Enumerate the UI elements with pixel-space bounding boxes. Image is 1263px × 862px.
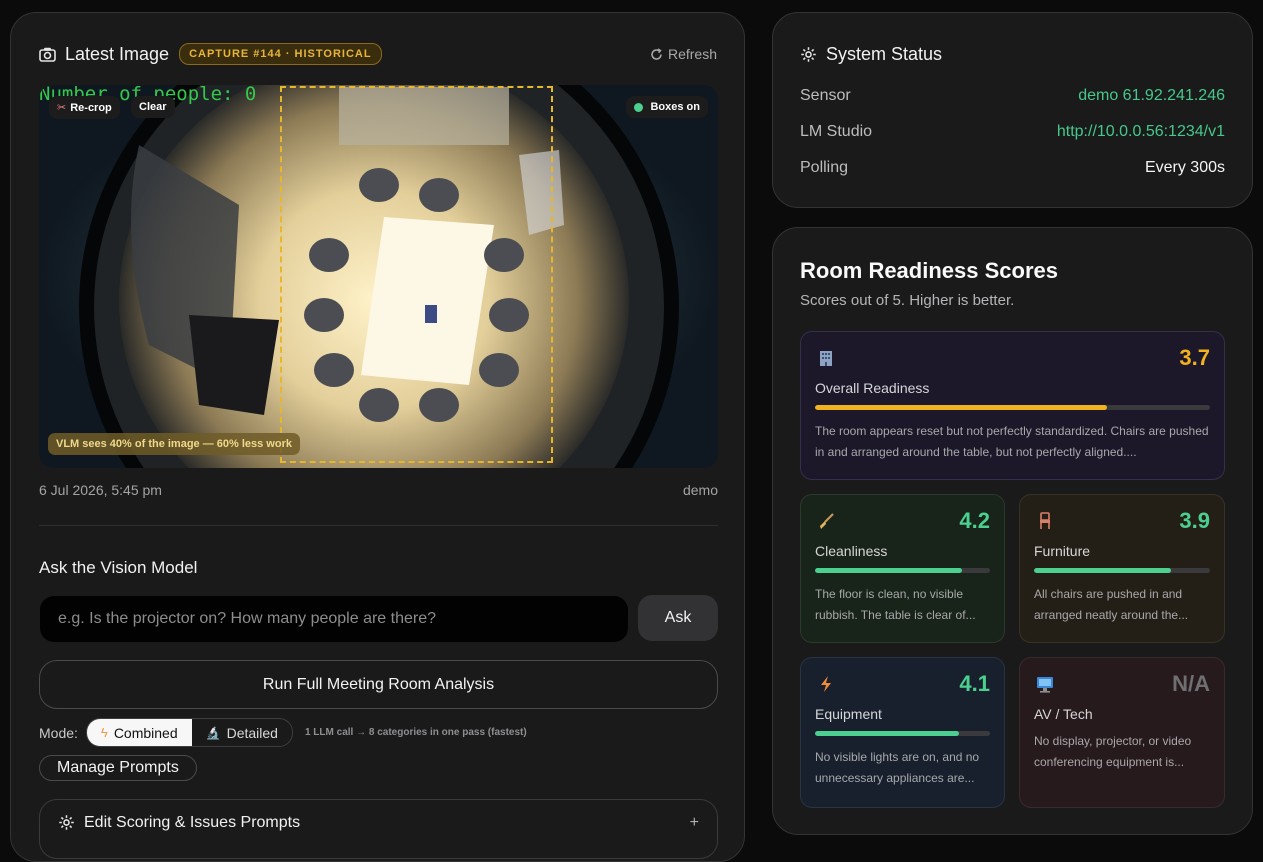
mode-segmented-control: ϟ Combined 🔬 Detailed <box>85 718 293 747</box>
av-tech-description: No display, projector, or video conferen… <box>1034 734 1192 769</box>
latest-image-header: Latest Image CAPTURE #144 · HISTORICAL <box>39 43 382 65</box>
equipment-progress <box>815 731 990 736</box>
status-key: LM Studio <box>800 123 873 140</box>
recrop-label: Re-crop <box>70 101 112 114</box>
gear-icon <box>58 814 75 831</box>
scores-subtitle: Scores out of 5. Higher is better. <box>800 292 1015 309</box>
divider <box>39 525 718 526</box>
furniture-description: All chairs are pushed in and arranged ne… <box>1034 587 1189 622</box>
run-analysis-button[interactable]: Run Full Meeting Room Analysis <box>39 660 718 709</box>
mode-detailed-button[interactable]: 🔬 Detailed <box>192 719 292 746</box>
manage-prompts-button[interactable]: Manage Prompts <box>39 755 197 781</box>
chair-icon <box>1034 510 1056 532</box>
mode-detailed-label: Detailed <box>226 724 278 741</box>
score-card-av-tech[interactable]: N/A AV / Tech No display, projector, or … <box>1019 657 1225 808</box>
microscope-icon: 🔬 <box>205 725 221 740</box>
cleanliness-description: The floor is clean, no visible rubbish. … <box>815 587 976 622</box>
lightning-icon: ϟ <box>100 725 108 740</box>
camera-icon <box>39 47 56 62</box>
ask-input[interactable] <box>40 596 628 642</box>
refresh-button[interactable]: Refresh <box>650 46 717 62</box>
overall-description: The room appears reset but not perfectly… <box>815 424 1209 459</box>
edit-prompts-label: Edit Scoring & Issues Prompts <box>84 814 301 831</box>
clear-button[interactable]: Clear <box>131 96 175 118</box>
cleanliness-progress <box>815 568 990 573</box>
equipment-progress-fill <box>815 731 959 736</box>
status-row-sensor: Sensor demo 61.92.241.246 <box>800 87 1225 105</box>
gear-icon <box>800 46 817 63</box>
status-dot-icon <box>634 102 644 112</box>
mode-combined-label: Combined <box>113 724 178 741</box>
cleanliness-label: Cleanliness <box>815 543 888 559</box>
boxes-label: Boxes on <box>650 101 700 113</box>
mode-selector: Mode: ϟ Combined 🔬 Detailed 1 LLM call →… <box>39 718 527 747</box>
monitor-icon <box>1034 673 1056 695</box>
recrop-button[interactable]: ✂ Re-crop <box>49 96 120 119</box>
furniture-score: 3.9 <box>1179 508 1210 533</box>
capture-badge: CAPTURE #144 · HISTORICAL <box>179 43 382 65</box>
score-card-overall[interactable]: 3.7 Overall Readiness The room appears r… <box>800 331 1225 480</box>
overall-progress-fill <box>815 405 1108 410</box>
status-key: Sensor <box>800 87 851 104</box>
scores-title: Room Readiness Scores <box>800 258 1058 283</box>
mode-combined-button[interactable]: ϟ Combined <box>86 719 192 746</box>
clear-label: Clear <box>139 101 167 113</box>
latest-image-title: Latest Image <box>65 43 170 64</box>
furniture-label: Furniture <box>1034 543 1091 559</box>
refresh-label: Refresh <box>667 46 717 62</box>
ask-button[interactable]: Ask <box>638 595 718 641</box>
cleanliness-progress-fill <box>815 568 962 573</box>
overall-progress <box>815 405 1210 410</box>
status-key: Polling <box>800 159 849 176</box>
refresh-icon <box>650 47 663 61</box>
cleanliness-score: 4.2 <box>959 508 990 533</box>
status-value: http://10.0.0.56:1234/v1 <box>1056 123 1225 140</box>
av-tech-score: N/A <box>1172 671 1210 696</box>
edit-prompts-toggle[interactable]: Edit Scoring & Issues Prompts + <box>39 799 718 859</box>
system-status-title: System Status <box>826 44 943 64</box>
overall-label: Overall Readiness <box>815 380 930 396</box>
readiness-scores-card: Room Readiness Scores Scores out of 5. H… <box>772 227 1253 835</box>
equipment-description: No visible lights are on, and no unneces… <box>815 750 980 785</box>
system-status-card: System Status Sensor demo 61.92.241.246 … <box>772 12 1253 208</box>
broom-icon <box>815 510 837 532</box>
furniture-progress <box>1034 568 1210 573</box>
mode-note: 1 LLM call → 8 categories in one pass (f… <box>304 727 527 738</box>
equipment-score: 4.1 <box>959 671 990 696</box>
crop-region[interactable] <box>280 86 553 463</box>
mode-label: Mode: <box>39 724 78 741</box>
scissors-icon: ✂ <box>57 102 67 114</box>
image-source: demo <box>682 482 718 498</box>
boxes-toggle[interactable]: Boxes on <box>626 96 708 118</box>
latest-image-card: Latest Image CAPTURE #144 · HISTORICAL R… <box>10 12 745 862</box>
camera-image[interactable]: Number of people: 0 ✂ Re-crop Clear Boxe… <box>39 85 718 468</box>
av-tech-label: AV / Tech <box>1034 706 1093 722</box>
score-card-cleanliness[interactable]: 4.2 Cleanliness The floor is clean, no v… <box>800 494 1005 643</box>
vlm-coverage-note: VLM sees 40% of the image — 60% less wor… <box>48 433 300 455</box>
equipment-label: Equipment <box>815 706 882 722</box>
overall-score: 3.7 <box>1179 345 1210 370</box>
status-value: demo 61.92.241.246 <box>1078 87 1225 104</box>
status-row-lm-studio: LM Studio http://10.0.0.56:1234/v1 <box>800 123 1225 141</box>
furniture-progress-fill <box>1034 568 1172 573</box>
status-row-polling: Polling Every 300s <box>800 159 1225 177</box>
building-icon <box>815 347 837 369</box>
score-card-furniture[interactable]: 3.9 Furniture All chairs are pushed in a… <box>1019 494 1225 643</box>
status-value: Every 300s <box>1144 159 1225 176</box>
ask-title: Ask the Vision Model <box>39 558 198 577</box>
system-status-header: System Status <box>800 44 942 65</box>
lightning-icon <box>815 673 837 695</box>
image-timestamp: 6 Jul 2026, 5:45 pm <box>39 482 162 498</box>
image-meta: 6 Jul 2026, 5:45 pm demo <box>39 482 718 498</box>
score-card-equipment[interactable]: 4.1 Equipment No visible lights are on, … <box>800 657 1005 808</box>
expand-icon: + <box>689 814 699 831</box>
